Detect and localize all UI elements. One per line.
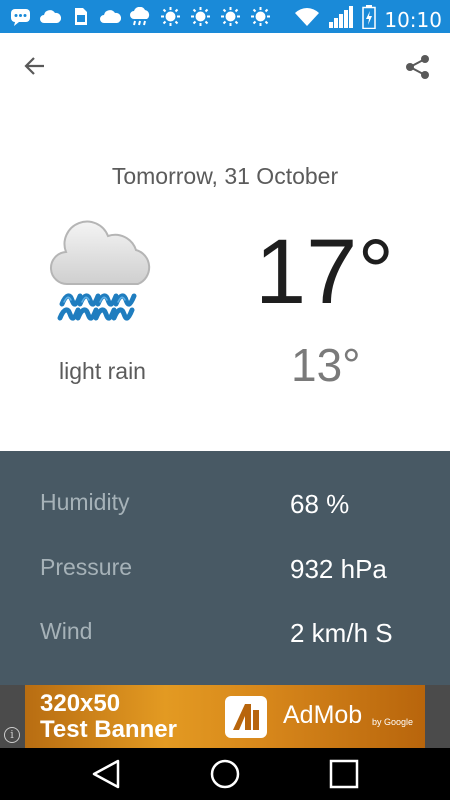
ad-banner[interactable]: 320x50 Test Banner AdMob by Google (25, 685, 425, 748)
sun-icon (220, 7, 241, 26)
light-rain-icon (46, 216, 160, 330)
detail-value: 68 % (290, 489, 350, 519)
sun-icon (190, 7, 211, 26)
ad-brand-sub: by Google (372, 717, 414, 727)
nav-back-button[interactable] (90, 758, 122, 790)
system-icons: 10:10 (294, 5, 442, 34)
nav-home-button[interactable] (209, 758, 241, 790)
temperature-high: 17° (255, 221, 395, 323)
detail-label: Pressure (40, 554, 133, 580)
admob-logo-icon (225, 696, 267, 738)
messaging-icon (10, 7, 31, 26)
nav-recents-icon (329, 759, 359, 789)
sun-icon (250, 7, 271, 26)
forecast-date: Tomorrow, 31 October (111, 163, 339, 189)
detail-value: 2 km/h S (290, 618, 393, 648)
share-icon (406, 55, 429, 79)
ad-info-icon[interactable]: i (4, 727, 20, 743)
share-button[interactable] (404, 53, 432, 81)
detail-label: Humidity (40, 489, 130, 515)
cloud-icon (100, 7, 122, 26)
status-bar: 10:10 (0, 0, 450, 33)
battery-charging-icon (362, 5, 377, 34)
temperature-low: 13° (291, 339, 361, 391)
detail-label: Wind (40, 618, 93, 644)
detail-row-humidity: Humidity 68 % (0, 489, 450, 529)
app-bar (0, 33, 450, 97)
ad-container: i 320x50 Test Banner AdMob by Google (0, 685, 450, 748)
navigation-bar (0, 748, 450, 800)
signal-icon (328, 6, 354, 33)
nav-home-icon (210, 759, 240, 789)
sim-icon (70, 7, 91, 26)
nav-recents-button[interactable] (328, 758, 360, 790)
nav-back-icon (92, 759, 120, 789)
detail-row-wind: Wind 2 km/h S (0, 618, 450, 658)
ad-line-1: 320x50 (40, 690, 121, 717)
arrow-back-icon (24, 57, 44, 75)
ad-line-2: Test Banner (40, 716, 177, 743)
back-button[interactable] (20, 51, 50, 81)
wifi-icon (294, 6, 320, 33)
notification-icons (10, 6, 271, 26)
status-time: 10:10 (384, 7, 442, 32)
detail-value: 932 hPa (290, 554, 387, 584)
ad-text: 320x50 Test Banner (40, 691, 177, 743)
weather-condition: light rain (59, 358, 146, 384)
detail-row-pressure: Pressure 932 hPa (0, 554, 450, 594)
sun-icon (160, 7, 181, 26)
ad-brand: AdMob (283, 701, 363, 729)
weather-details-panel: Humidity 68 % Pressure 932 hPa Wind 2 km… (0, 451, 450, 685)
rain-cloud-icon (130, 6, 151, 26)
cloud-icon (40, 7, 62, 26)
